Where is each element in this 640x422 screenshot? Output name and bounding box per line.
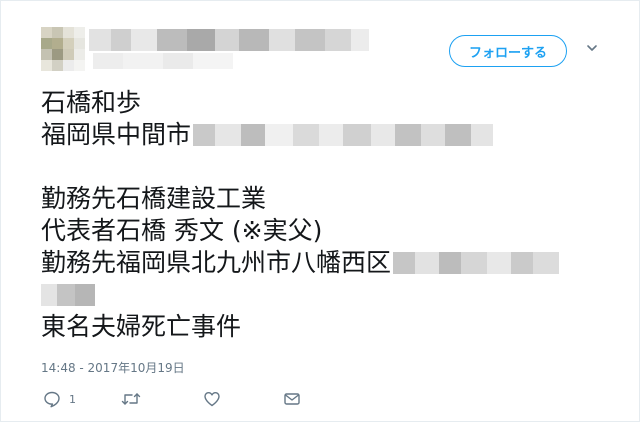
tweet-line [41,279,621,311]
tweet-line: 東名夫婦死亡事件 [41,312,242,341]
avatar[interactable] [41,27,85,71]
tweet-line: 福岡県中間市 [41,119,621,151]
follow-button[interactable]: フォローする [449,35,567,67]
chevron-down-icon[interactable] [585,41,599,55]
redacted-text [393,252,560,274]
redacted-text [193,124,494,146]
like-button[interactable] [203,389,221,409]
reply-count: 1 [69,392,76,406]
tweet-line: 石橋和歩 [41,88,142,117]
handle-redacted [93,53,253,69]
retweet-icon [121,393,141,405]
tweet-line: 代表者石橋 秀文 (※実父) [41,216,323,245]
tweet-timestamp[interactable]: 14:48 - 2017年10月19日 [41,359,185,376]
retweet-button[interactable] [121,389,141,409]
tweet-card: フォローする 石橋和歩 福岡県中間市 勤務先石橋建設工業 代表者石橋 秀文 (※… [0,0,640,422]
tweet-text: 石橋和歩 福岡県中間市 勤務先石橋建設工業 代表者石橋 秀文 (※実父) 勤務先… [41,87,621,343]
tweet-line: 勤務先石橋建設工業 [41,184,267,213]
redacted-text [41,284,95,306]
tweet-line: 勤務先福岡県北九州市八幡西区 [41,247,621,279]
like-icon [204,392,220,407]
message-icon [284,393,300,405]
reply-icon [44,391,60,408]
reply-button[interactable]: 1 [43,389,76,409]
display-name-redacted[interactable] [89,29,369,51]
message-button[interactable] [283,389,301,409]
